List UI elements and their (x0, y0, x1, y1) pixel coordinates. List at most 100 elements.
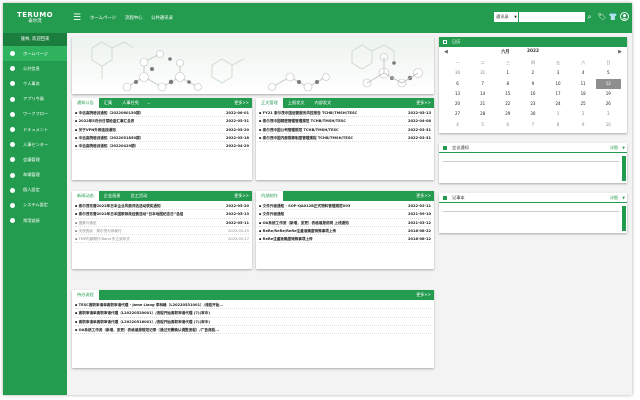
search-filter-select[interactable]: 通讯录 ▼ (494, 12, 518, 22)
list-item-title[interactable]: ▪ TESC离职审请单离职审请代理 - Jame Liang 李林峰（L2022… (75, 301, 223, 308)
calendar-day[interactable]: 7 (520, 120, 545, 130)
scrollbar[interactable] (622, 156, 626, 181)
list-item-title[interactable]: ▪ 离职审请单离职审请代理（L20220518001）/流程开始离职审请代理 (… (75, 318, 210, 325)
sidebar-item[interactable]: 车辆管理 (3, 168, 67, 183)
list-item[interactable]: ▪ FY21 泰尔茂中国运营服务风控报告 TCHB/TMSH/TESC 2022-… (259, 109, 431, 118)
calendar-day[interactable]: 22 (495, 99, 520, 109)
sidebar-item[interactable]: 個人設定 (3, 183, 67, 198)
list-item[interactable]: ▪ 中信高院培训通知（2022060150期） 2022-06-01 (75, 109, 249, 118)
calendar-day[interactable]: 10 (596, 120, 621, 130)
list-item[interactable]: ▪ ReRe注重准确度特殊事项上传 2018-08-12 (259, 235, 431, 244)
list-item-title[interactable]: ▪ 泰尔茂中国公司管理规范 TCHB/TMSH/TESC (259, 126, 339, 133)
list-item-title[interactable]: ▪ FY21 泰尔茂中国运营服务风控报告 TCHB/TMSH/TESC (259, 109, 357, 116)
calendar-day[interactable]: 9 (571, 120, 596, 130)
calendar-month[interactable]: 六月 (501, 49, 510, 55)
list-item-title[interactable]: ▪ 关于VPN外网连接通知 (75, 126, 116, 133)
calendar-day[interactable]: 14 (470, 89, 495, 99)
search-icon[interactable]: ⌕ (585, 12, 594, 22)
calendar-day[interactable]: 20 (445, 99, 470, 109)
list-item[interactable]: ▪ 泰尔茂东营2022年日本企业风貌评选活动获奖通知 2022-05-20 (75, 202, 249, 211)
sidebar-item[interactable]: ドキュメント (3, 122, 67, 137)
calendar-day[interactable]: 8 (546, 120, 571, 130)
topnav-workflow-center[interactable]: 流程中心 (125, 15, 143, 21)
list-item[interactable]: ▪ TESC离职审请单离职审请代理 - Jame Liang 李林峰（L2022… (75, 301, 431, 310)
calendar-day[interactable]: 18 (571, 89, 596, 99)
list-item[interactable]: ▪ OA系统工作流（新增，变更）表格填报说明 上线通知 2021-03-12 (259, 219, 431, 227)
list-item-title[interactable]: ▪ 文件升级通知 (259, 210, 284, 217)
calendar-year[interactable]: 2022 (527, 49, 539, 54)
calendar-day[interactable]: 28 (470, 109, 495, 119)
sidebar-item[interactable]: ワークフロー (3, 107, 67, 122)
calendar-day[interactable]: 6 (445, 79, 470, 89)
list-item-title[interactable]: ▪ 国美与索尼 (75, 219, 97, 226)
list-item-title[interactable]: ▪ 天然的民 · 泰尔茂与你我行 (75, 227, 122, 234)
list-item[interactable]: ▪ 中信高院培训通知（2022051850期） 2022-05-18 (75, 134, 249, 143)
calendar-day[interactable]: 6 (495, 120, 520, 130)
calendar-day[interactable]: 3 (546, 68, 571, 78)
list-item-title[interactable]: ▪ 泰尔茂中国内部规章制度管理规程 TCHB/TMSH/TESC (259, 134, 353, 141)
tab-staff-activity[interactable]: 员工活动 (126, 191, 153, 201)
scrollbar[interactable] (622, 206, 626, 231)
calendar-day[interactable]: 1 (546, 109, 571, 119)
calendar-day[interactable]: 13 (445, 89, 470, 99)
tab-notice[interactable]: 通知公告 (72, 98, 99, 108)
calendar-day[interactable]: 31 (470, 68, 495, 78)
prev-month-icon[interactable]: ◀ (444, 49, 448, 55)
chevron-down-icon[interactable]: ▼ (622, 143, 625, 153)
calendar-day[interactable]: 17 (546, 89, 571, 99)
chevron-down-icon[interactable]: ⌄ (144, 98, 154, 108)
sidebar-item[interactable]: アプリ今風 (3, 92, 67, 107)
calendar-day[interactable]: 1 (495, 68, 520, 78)
calendar-day[interactable]: 3 (596, 109, 621, 119)
tab-internal[interactable]: 内部制作 (256, 191, 283, 201)
next-month-icon[interactable]: ▶ (618, 49, 622, 55)
sidebar-item[interactable]: 公共信息 (3, 61, 67, 76)
calendar-day[interactable]: 27 (445, 109, 470, 119)
calendar-day[interactable]: 19 (596, 89, 621, 99)
list-item-title[interactable]: ▪ ReRe/ReRe/ReRe注重准确度特殊事项上传 (259, 227, 336, 234)
list-item-title[interactable]: ▪ 中信高院培训通知（2022051850期） (75, 134, 143, 141)
list-item[interactable]: ▪ 离职审请单离职审请代理（L20220518001）/流程开始离职审请代理 (… (75, 318, 431, 326)
list-item[interactable]: ▪ 中信高院培训通知（20220429期） 2022-04-29 (75, 142, 249, 151)
calendar-day[interactable]: 26 (596, 99, 621, 109)
list-item-title[interactable]: ▪ TMP内部期刊 Band 东立双年式 (75, 235, 130, 242)
more-link[interactable]: 更多>> (234, 98, 249, 108)
meetings-detail-link[interactable]: 详细 (610, 143, 618, 153)
sidebar-item[interactable]: ホームページ (3, 46, 67, 62)
calendar-day[interactable]: 21 (470, 99, 495, 109)
list-item-title[interactable]: ▪ 2022年5月份日常检查汇事汇总表 (75, 117, 134, 124)
notebook-detail-link[interactable]: 详细 (610, 193, 618, 203)
list-item[interactable]: ▪ 文件升级通知 · SOP-QA012B正式物料管理规范V03 2022-02-… (259, 202, 431, 211)
sidebar-item[interactable]: 个人事务 (3, 76, 67, 91)
calendar-day[interactable]: 11 (571, 79, 596, 89)
list-item[interactable]: ▪ 天然的民 · 泰尔茂与你我行 2022-05-25 (75, 227, 249, 236)
search-input[interactable] (519, 12, 585, 22)
shirt-icon[interactable]: 👕 (608, 12, 618, 22)
calendar-day[interactable]: 4 (445, 120, 470, 130)
list-item-title[interactable]: ▪ 中信高院培训通知（2022060150期） (75, 109, 143, 116)
avatar-icon[interactable] (619, 12, 629, 22)
tab-hr-appointment[interactable]: 人事任免 (117, 98, 144, 108)
calendar-day[interactable]: 2 (571, 109, 596, 119)
list-item[interactable]: ▪ TMP内部期刊 Band 东立双年式 2022-05-17 (75, 235, 249, 244)
list-item[interactable]: ▪ 国美与索尼 2022-05-11 (75, 219, 249, 227)
calendar-day[interactable]: 16 (520, 89, 545, 99)
list-item[interactable]: ▪ 泰尔茂中国精密管理管理规范 TCHB/TMSH/TESC 2022-04-08 (259, 117, 431, 126)
calendar-day[interactable]: 15 (495, 89, 520, 99)
calendar-day[interactable]: 23 (520, 99, 545, 109)
calendar-day[interactable]: 29 (495, 109, 520, 119)
more-link[interactable]: 更多>> (416, 290, 431, 300)
calendar-day[interactable]: 2 (520, 68, 545, 78)
calendar-day[interactable]: 4 (571, 68, 596, 78)
calendar-day[interactable]: 7 (470, 79, 495, 89)
more-link[interactable]: 更多>> (416, 98, 431, 108)
sidebar-item[interactable]: 常用链接 (3, 213, 67, 228)
list-item[interactable]: ▪ ReRe/ReRe/ReRe注重准确度特殊事项上传 2018-08-22 (259, 227, 431, 236)
list-item[interactable]: ▪ 2022年5月份日常检查汇事汇总表 2022-05-31 (75, 117, 249, 126)
tab-internal-issue[interactable]: 内部发文 (310, 98, 337, 108)
topnav-home[interactable]: ホームページ (90, 15, 116, 21)
sidebar-item[interactable]: 会議管理 (3, 152, 67, 167)
calendar-day[interactable]: 24 (546, 99, 571, 109)
menu-toggle-icon[interactable]: ☰ (73, 13, 81, 23)
tab-summary[interactable]: 汇集 (99, 98, 117, 108)
